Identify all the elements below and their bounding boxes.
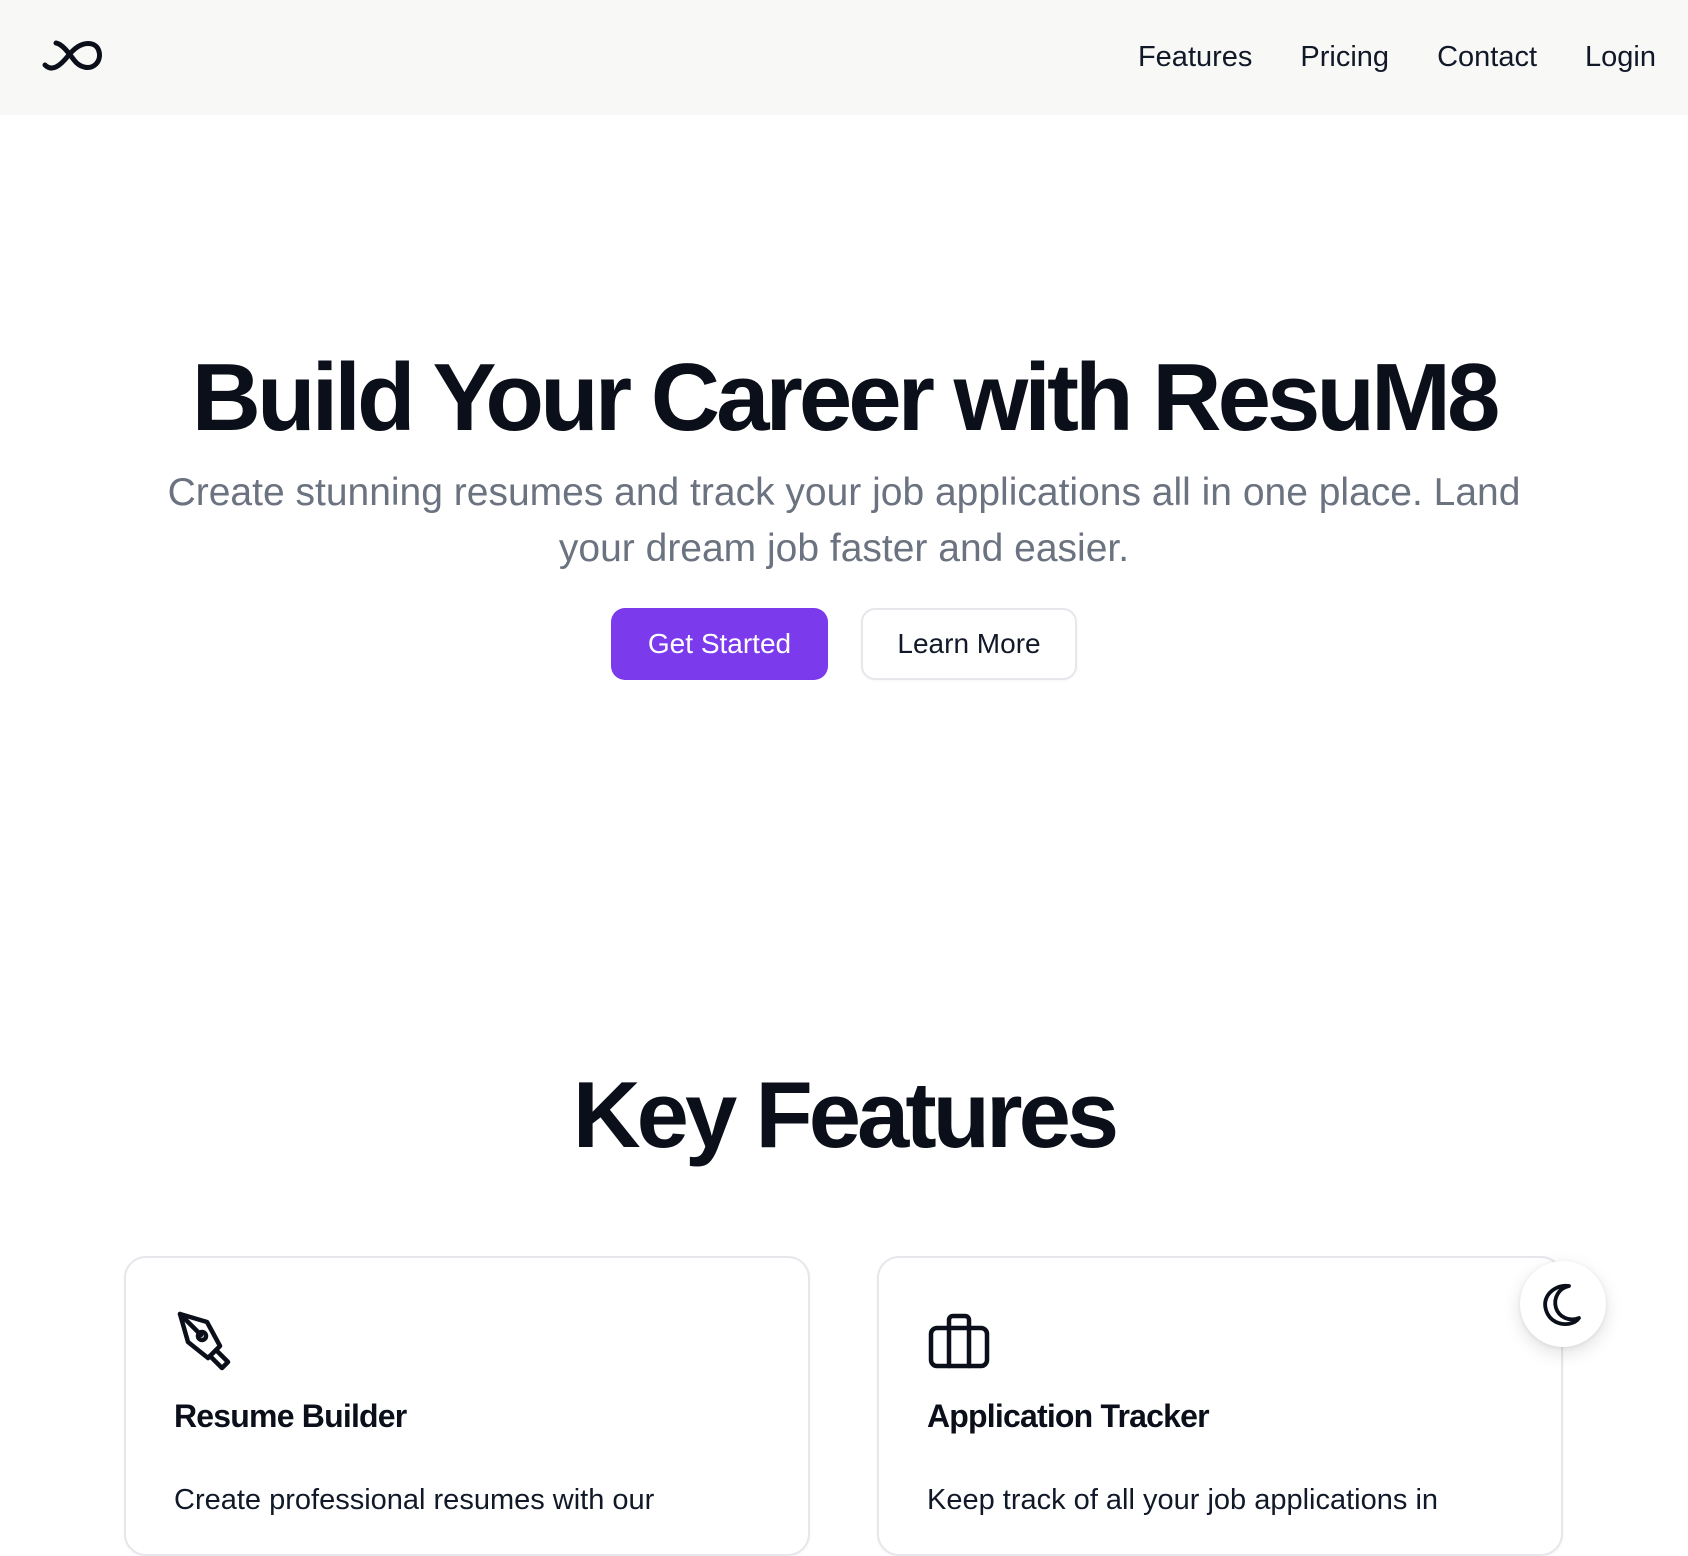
feature-card-title: Application Tracker xyxy=(927,1398,1210,1434)
feature-card-text: Keep track of all your job applications … xyxy=(927,1484,1439,1516)
nav-links: Features Pricing Contact Login xyxy=(1138,0,1656,115)
nav-link-pricing[interactable]: Pricing xyxy=(1300,41,1389,74)
hero-title: Build Your Career with ResuM8 xyxy=(191,344,1501,451)
nav-link-contact[interactable]: Contact xyxy=(1437,41,1537,74)
feature-card-text: Create professional resumes with our xyxy=(174,1484,655,1516)
theme-toggle-button[interactable] xyxy=(1520,1261,1606,1347)
get-started-button[interactable]: Get Started xyxy=(611,608,828,680)
feature-card-title: Resume Builder xyxy=(174,1398,407,1434)
nav-link-features[interactable]: Features xyxy=(1138,41,1252,74)
features-title: Key Features xyxy=(572,1062,1119,1167)
pen-tool-icon xyxy=(177,1311,231,1371)
navbar: Features Pricing Contact Login xyxy=(0,0,1688,115)
learn-more-button[interactable]: Learn More xyxy=(861,608,1077,680)
feature-card-resume-builder: Resume Builder Create professional resum… xyxy=(124,1256,810,1556)
hero-subtitle: Create stunning resumes and track your j… xyxy=(167,471,1521,570)
feature-card-application-tracker: Application Tracker Keep track of all yo… xyxy=(877,1256,1563,1556)
hero-buttons: Get Started Learn More xyxy=(0,608,1688,680)
infinity-icon[interactable] xyxy=(42,34,106,76)
nav-link-login[interactable]: Login xyxy=(1585,41,1656,74)
briefcase-icon xyxy=(928,1313,990,1369)
moon-icon xyxy=(1543,1283,1581,1326)
